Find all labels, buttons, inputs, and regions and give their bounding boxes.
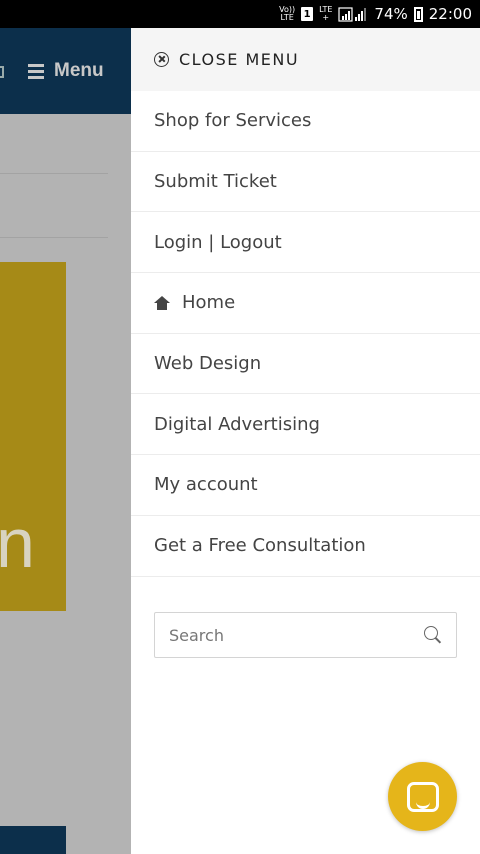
hero-banner-text: n [0,504,35,582]
chat-launcher-button[interactable] [388,762,457,831]
battery-percent: 74% [374,5,408,23]
search-box [154,612,457,658]
menu-item-label: Get a Free Consultation [154,535,366,557]
search-icon[interactable] [424,626,442,644]
menu-toggle-label: Menu [54,60,104,81]
menu-item-my-account[interactable]: My account [131,455,480,516]
menu-item-label: Login | Logout [154,231,282,253]
menu-item-label: My account [154,474,258,496]
menu-item-shop-for-services[interactable]: Shop for Services [131,91,480,152]
status-bar: Vo)) LTE 1 LTE + 74% 22:00 [0,0,480,28]
cart-icon [0,66,4,78]
menu-toggle[interactable]: Menu [28,60,104,82]
chat-icon [406,781,439,812]
menu-item-free-consultation[interactable]: Get a Free Consultation [131,516,480,577]
menu-item-login-logout[interactable]: Login | Logout [131,212,480,274]
clock: 22:00 [428,5,472,23]
volte-icon: Vo)) LTE [279,5,296,22]
sim-slot-icon: 1 [301,7,314,21]
menu-item-label: Digital Advertising [154,413,320,435]
menu-list: Shop for Services Submit Ticket Login | … [131,91,480,577]
site-header: Menu [0,28,131,114]
search-input[interactable] [169,625,424,645]
hamburger-icon [28,63,44,79]
background-page: Menu n [0,28,131,854]
navigation-drawer: CLOSE MENU Shop for Services Submit Tick… [131,28,480,854]
close-circle-icon [154,52,169,67]
menu-item-digital-advertising[interactable]: Digital Advertising [131,394,480,456]
close-menu-label: CLOSE MENU [179,50,300,69]
home-icon [154,295,170,310]
menu-item-label: Web Design [154,353,262,375]
divider [0,173,108,174]
close-menu-button[interactable]: CLOSE MENU [131,28,480,91]
divider [0,237,108,238]
menu-item-home[interactable]: Home [131,273,480,334]
signal-icon [338,6,368,22]
menu-item-label: Shop for Services [154,110,312,132]
menu-item-submit-ticket[interactable]: Submit Ticket [131,152,480,213]
menu-item-web-design[interactable]: Web Design [131,334,480,395]
lte-plus-icon: LTE + [319,5,333,22]
menu-item-label: Submit Ticket [154,171,277,193]
menu-item-label: Home [182,292,236,314]
battery-icon [413,6,423,22]
footer-block [0,826,66,854]
